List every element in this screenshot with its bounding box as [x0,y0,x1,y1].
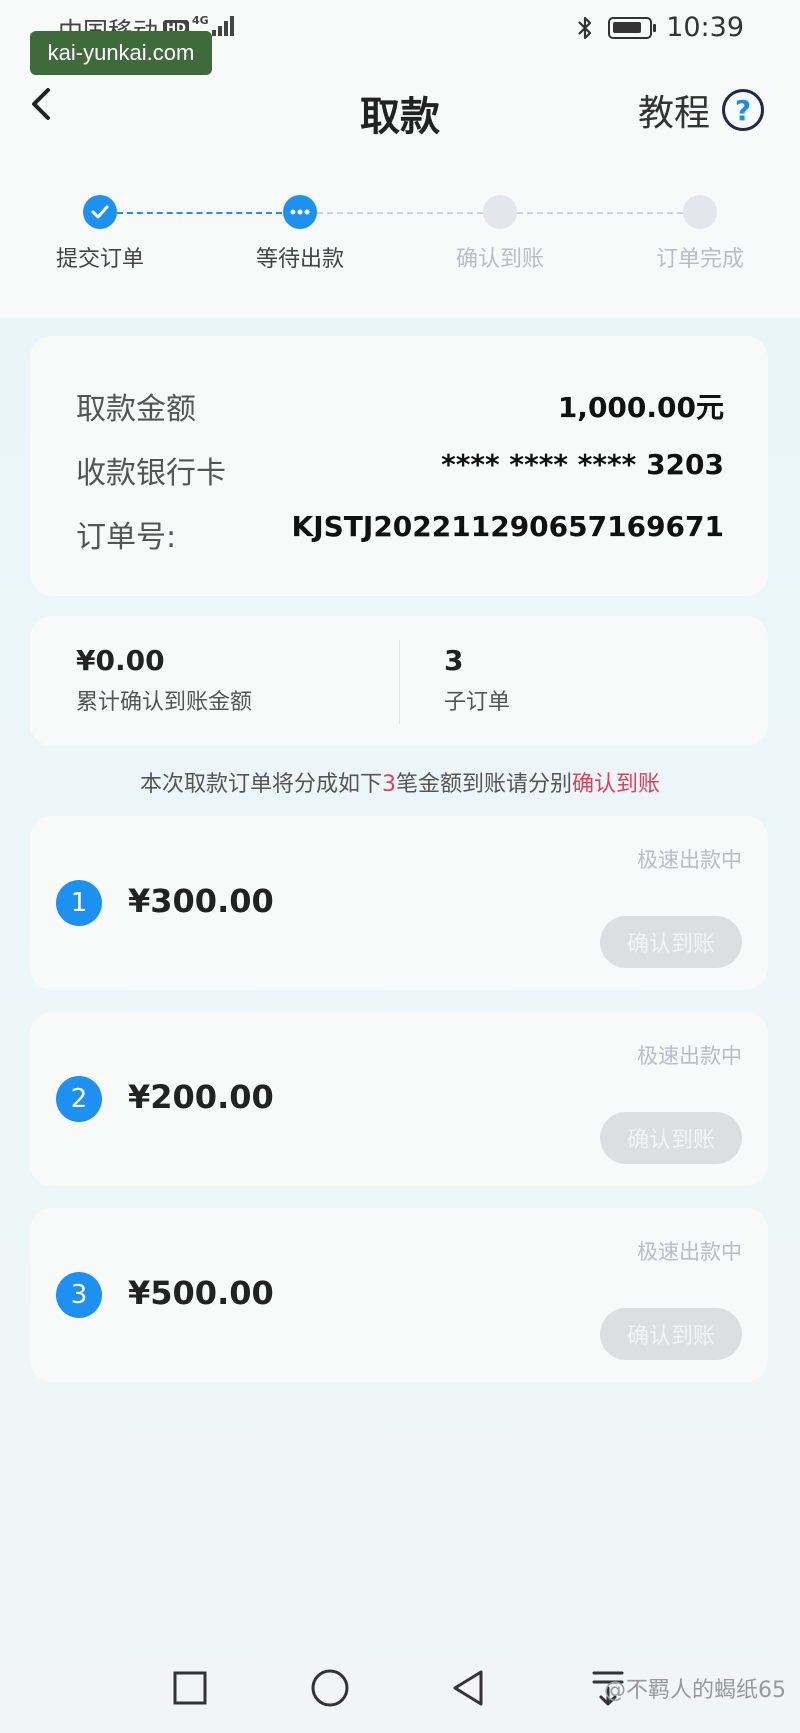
withdrawal-info-card: 取款金额 1,000.00元 收款银行卡 **** **** **** 3203… [30,336,768,596]
watermark-top: kai-yunkai.com [30,31,212,75]
bank-card-label: 收款银行卡 [76,456,226,491]
notice-middle: 笔金额到账请分别 [395,772,572,797]
step-label: 订单完成 [655,247,744,272]
step-label: 提交订单 [55,247,144,272]
sub-order-card: 2 ¥200.00 极速出款中 确认到账 [30,1012,768,1186]
pending-dot-icon [483,195,517,229]
sub-order-amount: ¥500.00 [128,1274,274,1312]
sub-order-status: 极速出款中 [637,848,742,872]
amount-value: 1,000.00元 [557,391,724,424]
sub-order-amount: ¥200.00 [128,1078,274,1116]
sub-order-amount: ¥300.00 [128,882,274,920]
order-index-badge: 2 [56,1076,102,1122]
notice-highlight: 确认到账 [572,772,661,797]
confirmed-amount-value: ¥0.00 [76,644,165,677]
bank-card-value: **** **** **** 3203 [441,448,724,481]
status-right: 10:39 [576,12,744,43]
confirm-receipt-button[interactable]: 确认到账 [600,916,742,968]
battery-icon [608,16,657,39]
split-notice: 本次取款订单将分成如下3笔金额到账请分别确认到账 [0,766,800,798]
watermark-bottom: @不羁人的蝎纸65 [604,1678,786,1703]
bluetooth-icon [578,16,592,39]
home-icon[interactable] [302,1660,358,1716]
notice-count: 3 [381,772,396,797]
sub-order-status: 极速出款中 [637,1044,742,1068]
sub-order-card: 1 ¥300.00 极速出款中 确认到账 [30,816,768,990]
step-awaiting-payout: 等待出款 [220,195,380,273]
order-number-value: KJSTJ20221129065716967​1 [291,510,724,543]
suborder-count-label: 子订单 [444,690,511,715]
signal-bars-icon [211,14,234,36]
tutorial-label: 教程 [637,93,710,134]
divider [399,640,400,724]
check-icon [83,195,117,229]
step-submit-order: 提交订单 [20,195,180,273]
confirm-receipt-button[interactable]: 确认到账 [600,1112,742,1164]
sub-order-status: 极速出款中 [637,1240,742,1264]
pending-dot-icon [683,195,717,229]
order-number-label: 订单号: [76,520,177,555]
notice-prefix: 本次取款订单将分成如下 [139,772,382,797]
confirmed-amount-label: 累计确认到账金额 [76,690,253,715]
recents-icon[interactable] [162,1660,218,1716]
step-label: 等待出款 [255,247,344,272]
network-type: 4G [192,14,209,27]
tutorial-button[interactable]: 教程 ? [638,84,764,136]
summary-card: ¥0.00 累计确认到账金额 3 子订单 [30,616,768,746]
amount-label: 取款金额 [76,392,196,427]
clock: 10:39 [666,12,744,43]
order-index-badge: 3 [56,1272,102,1318]
progress-steps: 提交订单 等待出款 确认到账 订单完成 [0,195,800,275]
order-index-badge: 1 [56,880,102,926]
suborder-count-value: 3 [444,644,464,677]
step-label: 确认到账 [455,247,544,272]
step-order-complete: 订单完成 [620,195,780,273]
step-confirm-receipt: 确认到账 [420,195,580,273]
confirm-receipt-button[interactable]: 确认到账 [600,1308,742,1360]
sub-order-card: 3 ¥500.00 极速出款中 确认到账 [30,1208,768,1382]
help-icon[interactable]: ? [722,89,764,131]
back-icon[interactable] [440,1660,496,1716]
ellipsis-icon [283,195,317,229]
